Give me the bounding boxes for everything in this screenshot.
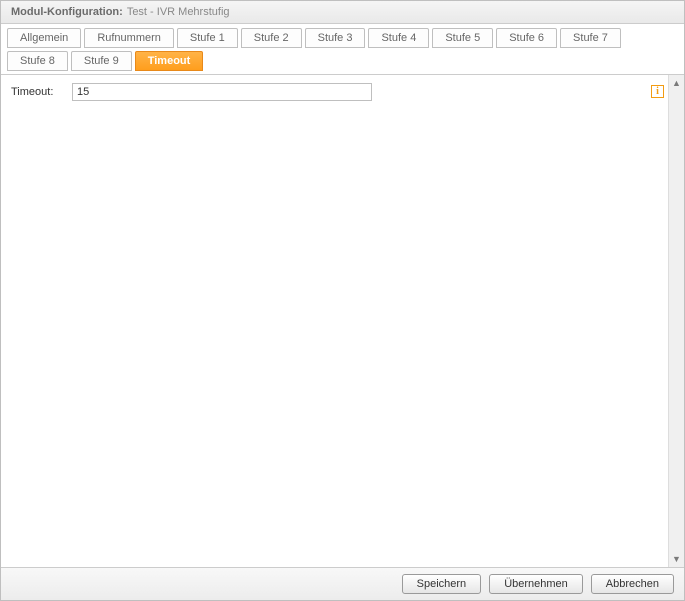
tab-label: Stufe 4 <box>381 31 416 45</box>
title-bar: Modul-Konfiguration: Test - IVR Mehrstuf… <box>1 1 684 24</box>
title-name: Test - IVR Mehrstufig <box>127 6 230 18</box>
tab-stufe-7[interactable]: Stufe 7 <box>560 28 621 48</box>
tab-stufe-5[interactable]: Stufe 5 <box>432 28 493 48</box>
tab-stufe-3[interactable]: Stufe 3 <box>305 28 366 48</box>
scroll-down-arrow-icon[interactable]: ▼ <box>669 551 684 567</box>
tab-label: Stufe 1 <box>190 31 225 45</box>
tab-label: Stufe 9 <box>84 54 119 68</box>
tab-stufe-1[interactable]: Stufe 1 <box>177 28 238 48</box>
tab-label: Allgemein <box>20 31 68 45</box>
tab-label: Stufe 2 <box>254 31 289 45</box>
form-row-timeout: Timeout: <box>11 83 658 101</box>
timeout-input[interactable] <box>72 83 372 101</box>
tab-label: Stufe 6 <box>509 31 544 45</box>
footer-bar: Speichern Übernehmen Abbrechen <box>1 567 684 600</box>
apply-button[interactable]: Übernehmen <box>489 574 583 594</box>
cancel-button[interactable]: Abbrechen <box>591 574 674 594</box>
tab-label: Stufe 5 <box>445 31 480 45</box>
tab-label: Stufe 3 <box>318 31 353 45</box>
tab-label: Timeout <box>148 54 191 68</box>
tab-row-2: Stufe 8 Stufe 9 Timeout <box>7 51 678 71</box>
tab-rufnummern[interactable]: Rufnummern <box>84 28 174 48</box>
tab-label: Stufe 8 <box>20 54 55 68</box>
tab-stufe-8[interactable]: Stufe 8 <box>7 51 68 71</box>
tab-row-1: Allgemein Rufnummern Stufe 1 Stufe 2 Stu… <box>7 28 678 48</box>
tabs-area: Allgemein Rufnummern Stufe 1 Stufe 2 Stu… <box>1 24 684 75</box>
tab-timeout[interactable]: Timeout <box>135 51 204 71</box>
tab-stufe-4[interactable]: Stufe 4 <box>368 28 429 48</box>
module-config-window: Modul-Konfiguration: Test - IVR Mehrstuf… <box>0 0 685 601</box>
info-glyph: i <box>656 86 659 97</box>
title-label: Modul-Konfiguration: <box>11 6 123 18</box>
content-panel: Timeout: i <box>1 75 668 567</box>
tab-stufe-2[interactable]: Stufe 2 <box>241 28 302 48</box>
tab-label: Stufe 7 <box>573 31 608 45</box>
vertical-scrollbar[interactable]: ▲ ▼ <box>668 75 684 567</box>
timeout-label: Timeout: <box>11 86 66 98</box>
scroll-up-arrow-icon[interactable]: ▲ <box>669 75 684 91</box>
tab-allgemein[interactable]: Allgemein <box>7 28 81 48</box>
tab-label: Rufnummern <box>97 31 161 45</box>
info-icon[interactable]: i <box>651 85 664 98</box>
content-wrap: Timeout: i ▲ ▼ <box>1 75 684 567</box>
tab-stufe-9[interactable]: Stufe 9 <box>71 51 132 71</box>
tab-stufe-6[interactable]: Stufe 6 <box>496 28 557 48</box>
save-button[interactable]: Speichern <box>402 574 482 594</box>
